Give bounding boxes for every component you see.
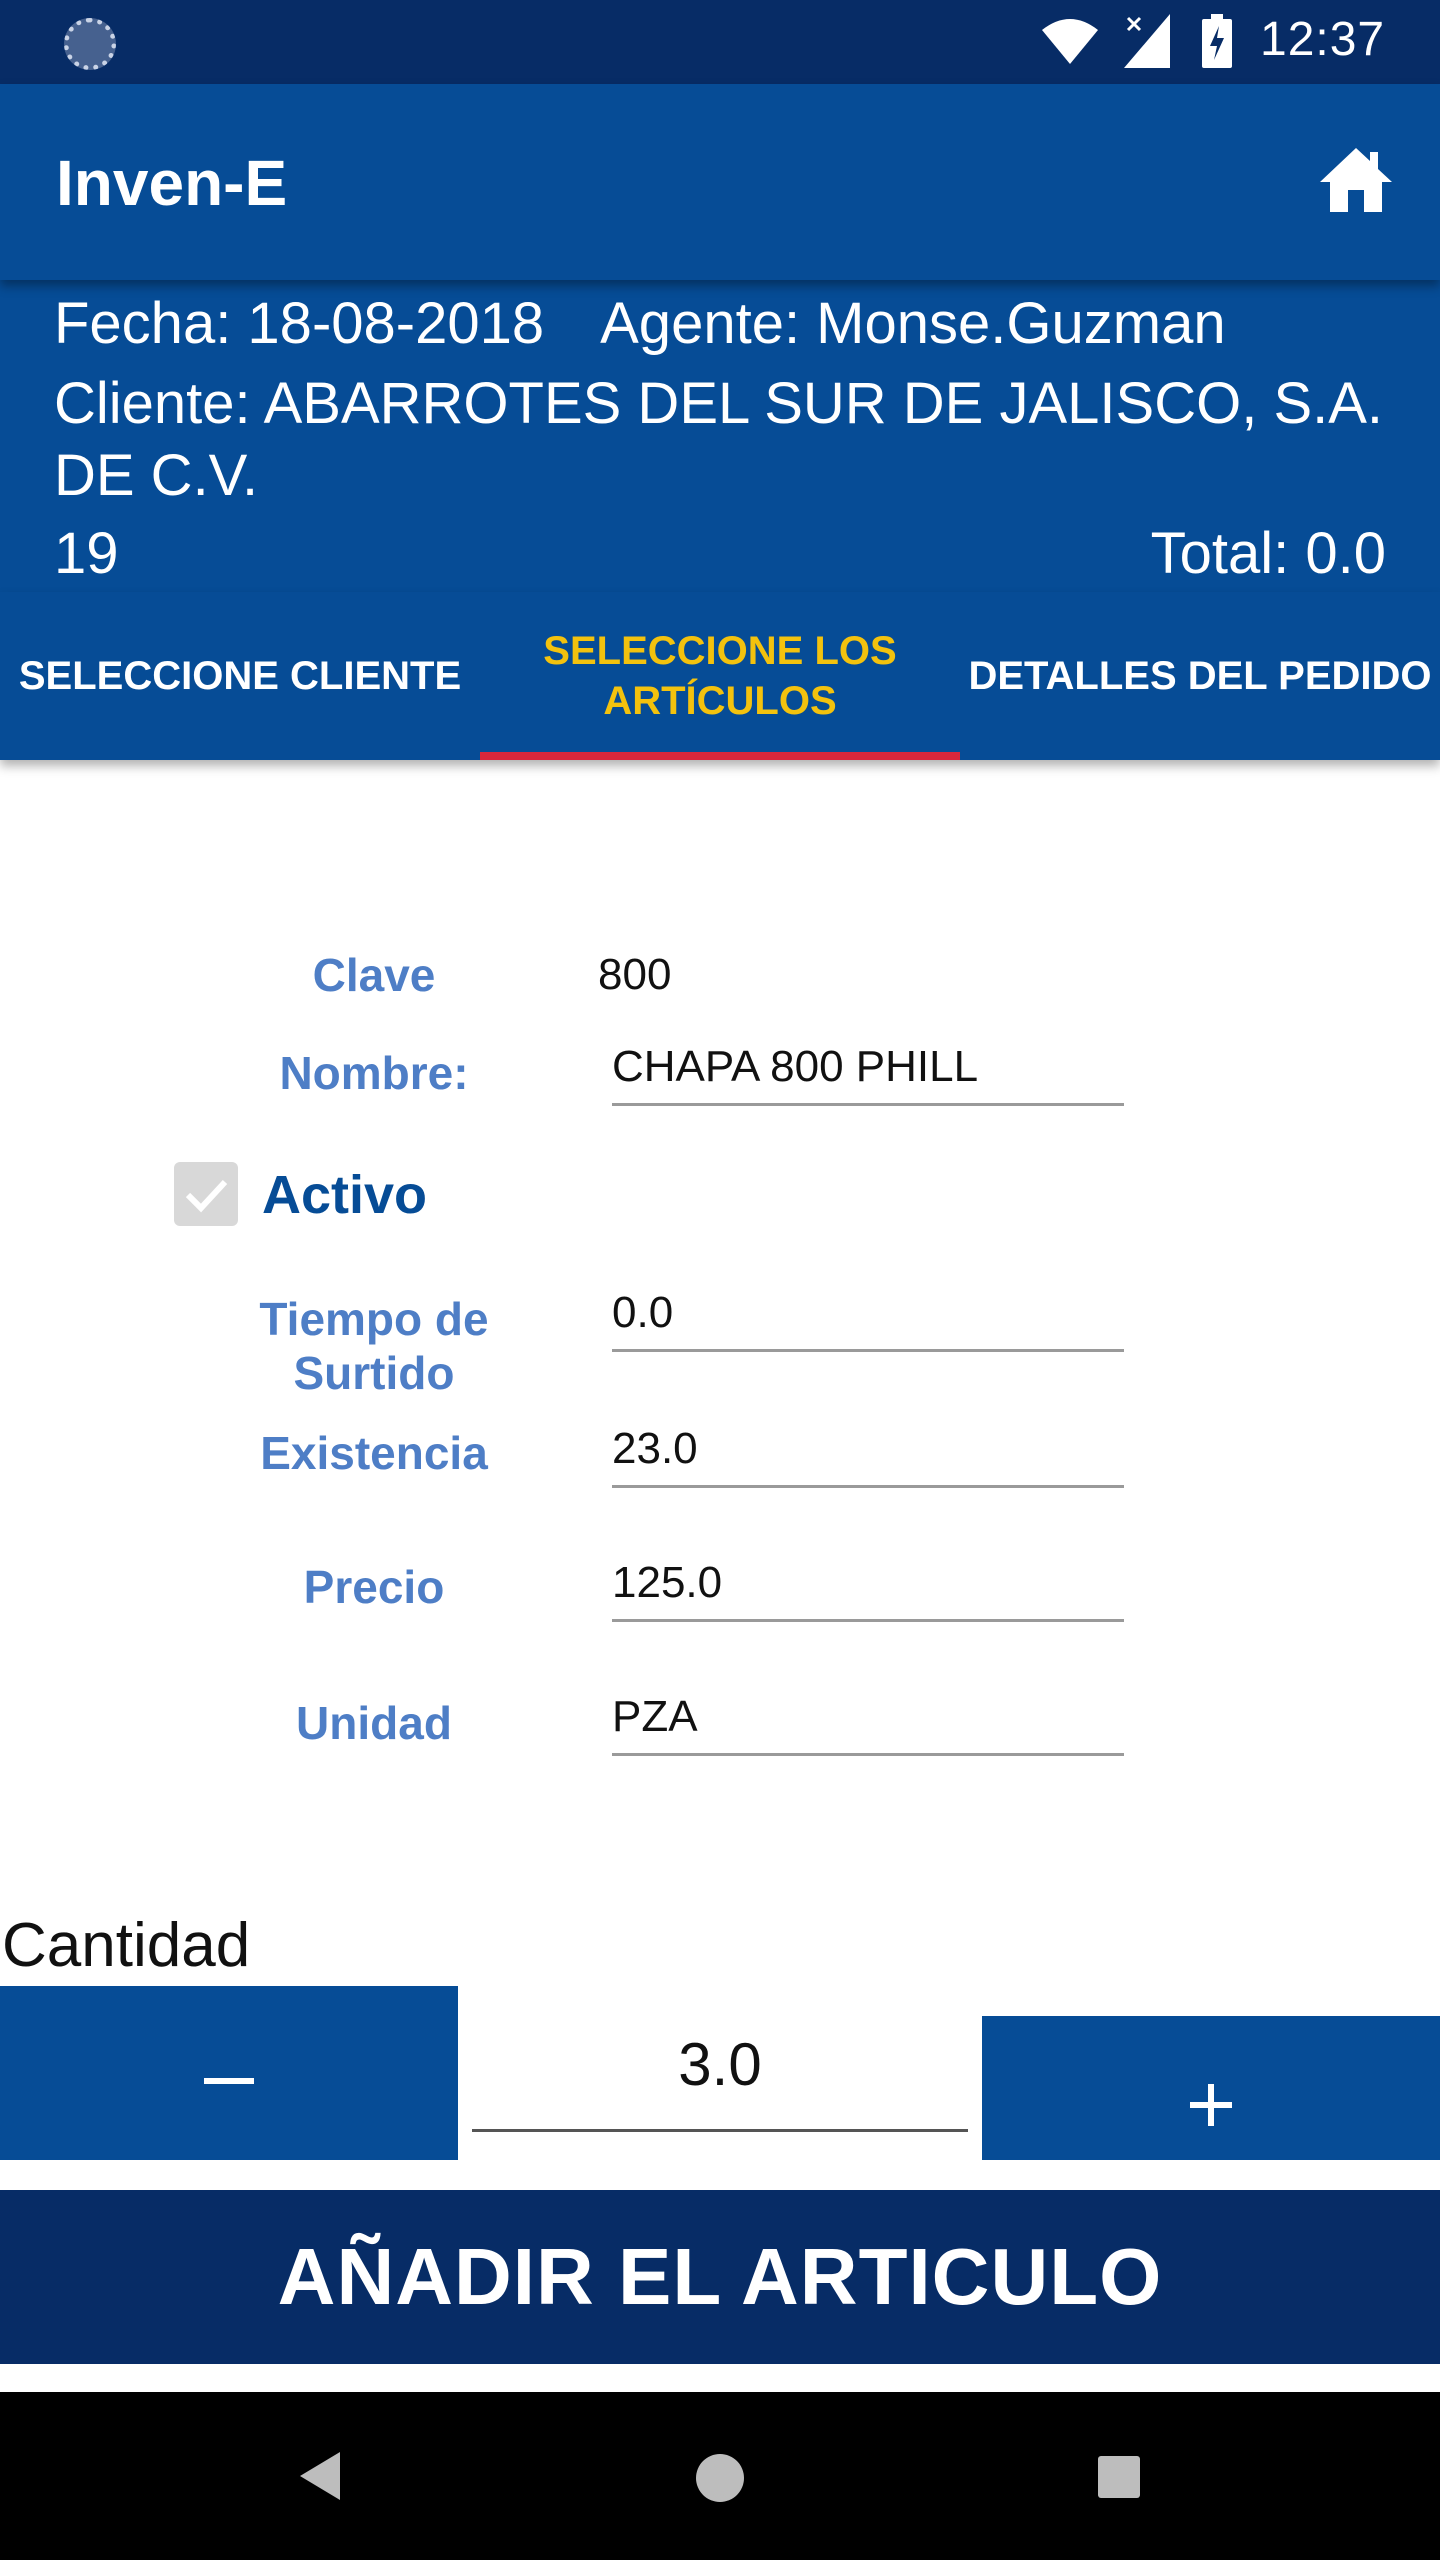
sync-icon: [64, 18, 116, 70]
precio-label: Precio: [303, 1561, 445, 1613]
order-number: 19: [54, 521, 119, 586]
tab-detalles-pedido[interactable]: DETALLES DEL PEDIDO: [960, 592, 1440, 760]
unidad-field[interactable]: PZA: [612, 1682, 1124, 1756]
tab-bar: SELECCIONE CLIENTE SELECCIONE LOS ARTÍCU…: [0, 592, 1440, 760]
clave-value: 800: [598, 950, 672, 999]
battery-charging-icon: [1202, 14, 1232, 68]
tiempo-surtido-label: Tiempo de Surtido: [259, 1293, 489, 1399]
clave-label: Clave: [312, 949, 436, 1001]
order-info-panel: Fecha: 18-08-2018 Agente: Monse.Guzman Cl…: [0, 280, 1440, 592]
activo-label: Activo: [262, 1165, 428, 1225]
tiempo-surtido-field[interactable]: 0.0: [612, 1278, 1124, 1352]
order-date: Fecha: 18-08-2018: [54, 291, 545, 356]
recents-icon[interactable]: [1096, 2454, 1142, 2500]
minus-icon: [204, 2078, 254, 2084]
app-title: Inven-E: [56, 147, 288, 219]
existencia-field[interactable]: 23.0: [612, 1414, 1124, 1488]
order-info-row: Fecha: 18-08-2018 Agente: Monse.Guzman: [54, 290, 1226, 357]
check-icon: [185, 1179, 228, 1213]
order-agent: Agente: Monse.Guzman: [600, 291, 1226, 356]
order-client: Cliente: ABARROTES DEL SUR DE JALISCO, S…: [54, 371, 1384, 508]
back-icon[interactable]: [296, 2450, 344, 2502]
cantidad-label: Cantidad: [2, 1911, 251, 1980]
nombre-label: Nombre:: [279, 1047, 469, 1099]
quantity-input[interactable]: 3.0: [472, 2030, 968, 2132]
precio-field[interactable]: 125.0: [612, 1548, 1124, 1622]
tab-seleccione-cliente[interactable]: SELECCIONE CLIENTE: [0, 592, 480, 760]
add-article-button[interactable]: AÑADIR EL ARTICULO: [0, 2190, 1440, 2364]
decrement-button[interactable]: [0, 1986, 458, 2160]
unidad-label: Unidad: [296, 1697, 452, 1749]
article-form: Clave 800 Nombre: CHAPA 800 PHILL Activo…: [0, 760, 1440, 1820]
home-nav-icon[interactable]: [694, 2452, 746, 2504]
signal-icon: [1124, 14, 1170, 68]
status-time: 12:37: [1260, 13, 1386, 66]
tab-seleccione-articulos[interactable]: SELECCIONE LOS ARTÍCULOS: [480, 592, 960, 760]
activo-checkbox[interactable]: [174, 1162, 238, 1226]
wifi-icon: [1042, 19, 1098, 64]
existencia-label: Existencia: [260, 1427, 488, 1479]
status-bar: 12:37: [0, 0, 1440, 84]
increment-button[interactable]: [982, 2016, 1440, 2160]
nombre-field[interactable]: CHAPA 800 PHILL: [612, 1032, 1124, 1106]
home-icon[interactable]: [1318, 146, 1394, 214]
app-bar: Inven-E: [0, 84, 1440, 280]
order-total: Total: 0.0: [1150, 521, 1386, 586]
system-nav-bar: [0, 2392, 1440, 2560]
plus-icon: [1190, 2084, 1232, 2126]
